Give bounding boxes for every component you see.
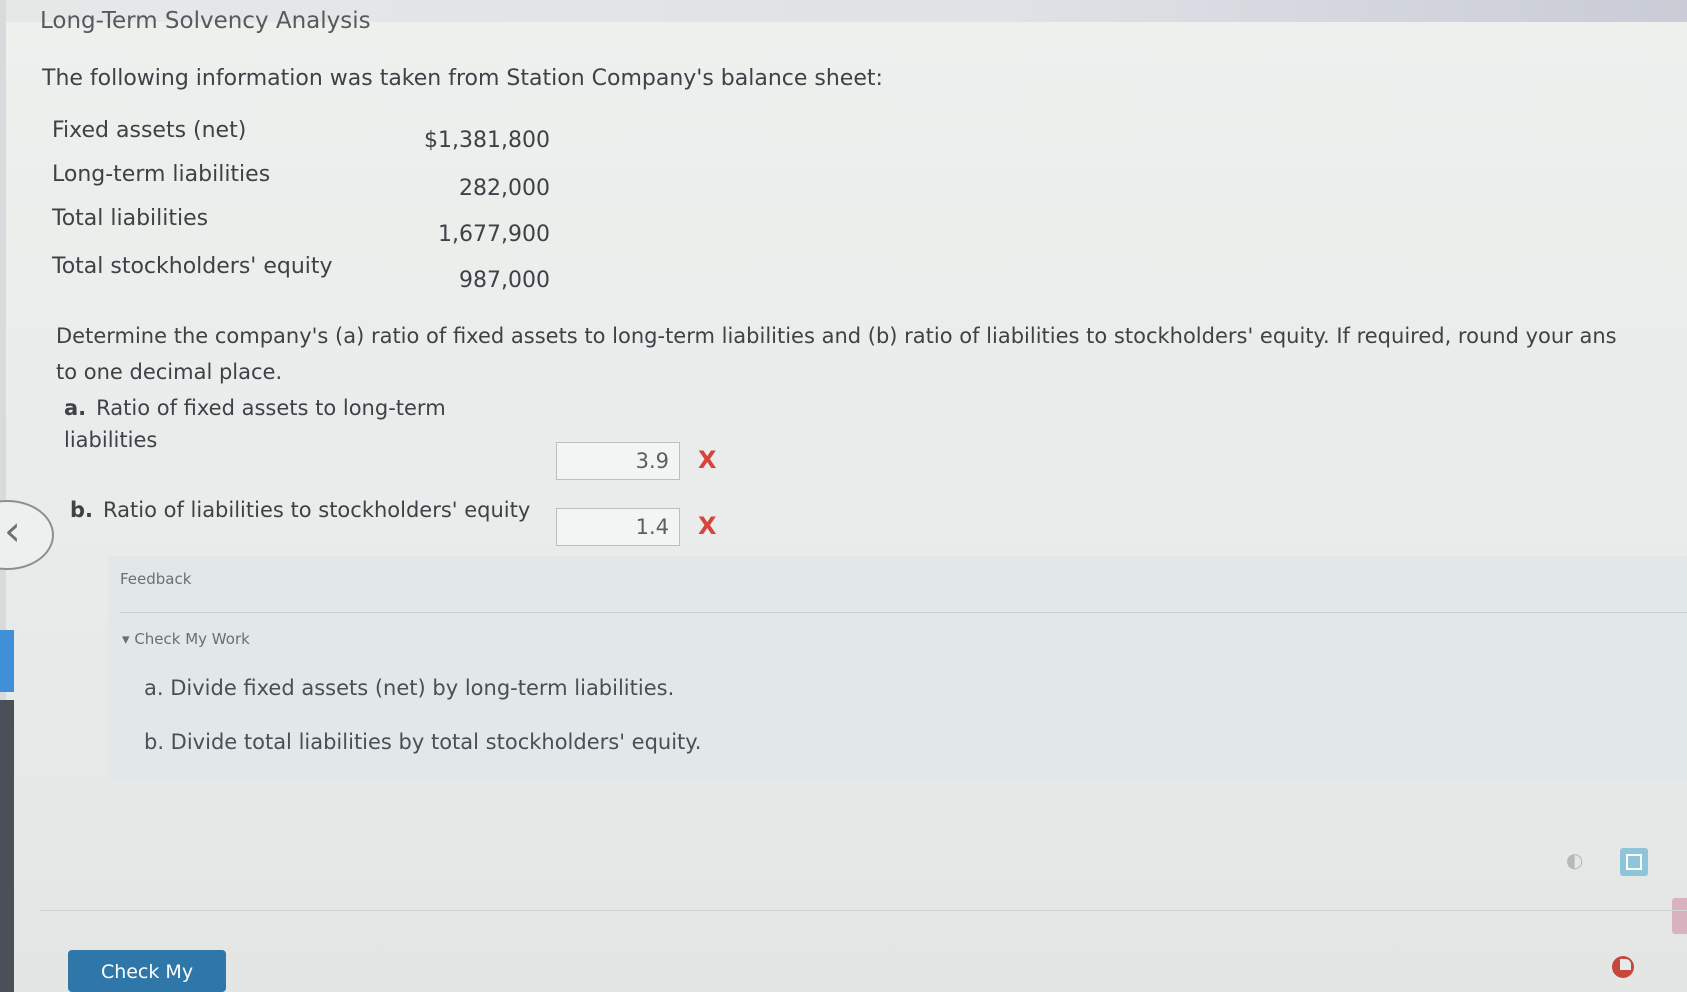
triangle-down-icon: ▾ [122, 630, 130, 648]
side-tab[interactable] [0, 630, 14, 692]
balance-value-stockholders-equity: 987,000 [459, 268, 550, 293]
question-a-text-line-2: liabilities [64, 428, 158, 452]
question-a-text-line-1: Ratio of fixed assets to long-term [96, 396, 446, 420]
page-title: Long-Term Solvency Analysis [40, 8, 371, 34]
bottom-divider [40, 910, 1687, 911]
calculator-icon[interactable] [1620, 848, 1648, 876]
hint-b: b. Divide total liabilities by total sto… [144, 730, 702, 754]
side-widget[interactable] [1672, 898, 1687, 934]
instructions-line-1: Determine the company's (a) ratio of fix… [56, 324, 1617, 348]
balance-label-long-term-liabilities: Long-term liabilities [52, 162, 271, 187]
incorrect-mark-b: X [698, 512, 717, 540]
check-my-work-toggle[interactable]: ▾ Check My Work [122, 630, 250, 648]
check-my-work-button[interactable]: Check My Work [68, 950, 226, 992]
audio-icon[interactable]: ◐ [1566, 848, 1592, 872]
balance-label-stockholders-equity: Total stockholders' equity [52, 254, 333, 279]
balance-value-total-liabilities: 1,677,900 [438, 222, 550, 247]
balance-value-fixed-assets: $1,381,800 [424, 128, 550, 153]
hint-a: a. Divide fixed assets (net) by long-ter… [144, 676, 675, 700]
intro-text: The following information was taken from… [42, 66, 883, 91]
instructions: Determine the company's (a) ratio of fix… [56, 318, 1676, 390]
incorrect-mark-a: X [698, 446, 717, 474]
question-b-label: b. Ratio of liabilities to stockholders' … [70, 494, 530, 526]
assignment-page: Long-Term Solvency Analysis The followin… [0, 0, 1687, 992]
feedback-divider [120, 612, 1687, 613]
check-my-work-toggle-label: Check My Work [134, 630, 250, 648]
question-a-letter: a. [64, 396, 87, 420]
answer-input-a[interactable]: 3.9 [556, 442, 680, 480]
chevron-left-icon[interactable]: ‹ [4, 506, 21, 556]
question-b-text: Ratio of liabilities to stockholders' eq… [103, 498, 531, 522]
progress-icon[interactable] [1612, 956, 1634, 978]
instructions-line-2: to one decimal place. [56, 360, 283, 384]
balance-label-fixed-assets: Fixed assets (net) [52, 118, 247, 143]
question-a-label: a. Ratio of fixed assets to long-term lia… [64, 392, 446, 456]
balance-label-total-liabilities: Total liabilities [52, 206, 209, 231]
answer-input-b[interactable]: 1.4 [556, 508, 680, 546]
feedback-title: Feedback [120, 570, 192, 588]
side-bar [0, 700, 14, 992]
question-b-letter: b. [70, 498, 94, 522]
balance-value-long-term-liabilities: 282,000 [459, 176, 550, 201]
